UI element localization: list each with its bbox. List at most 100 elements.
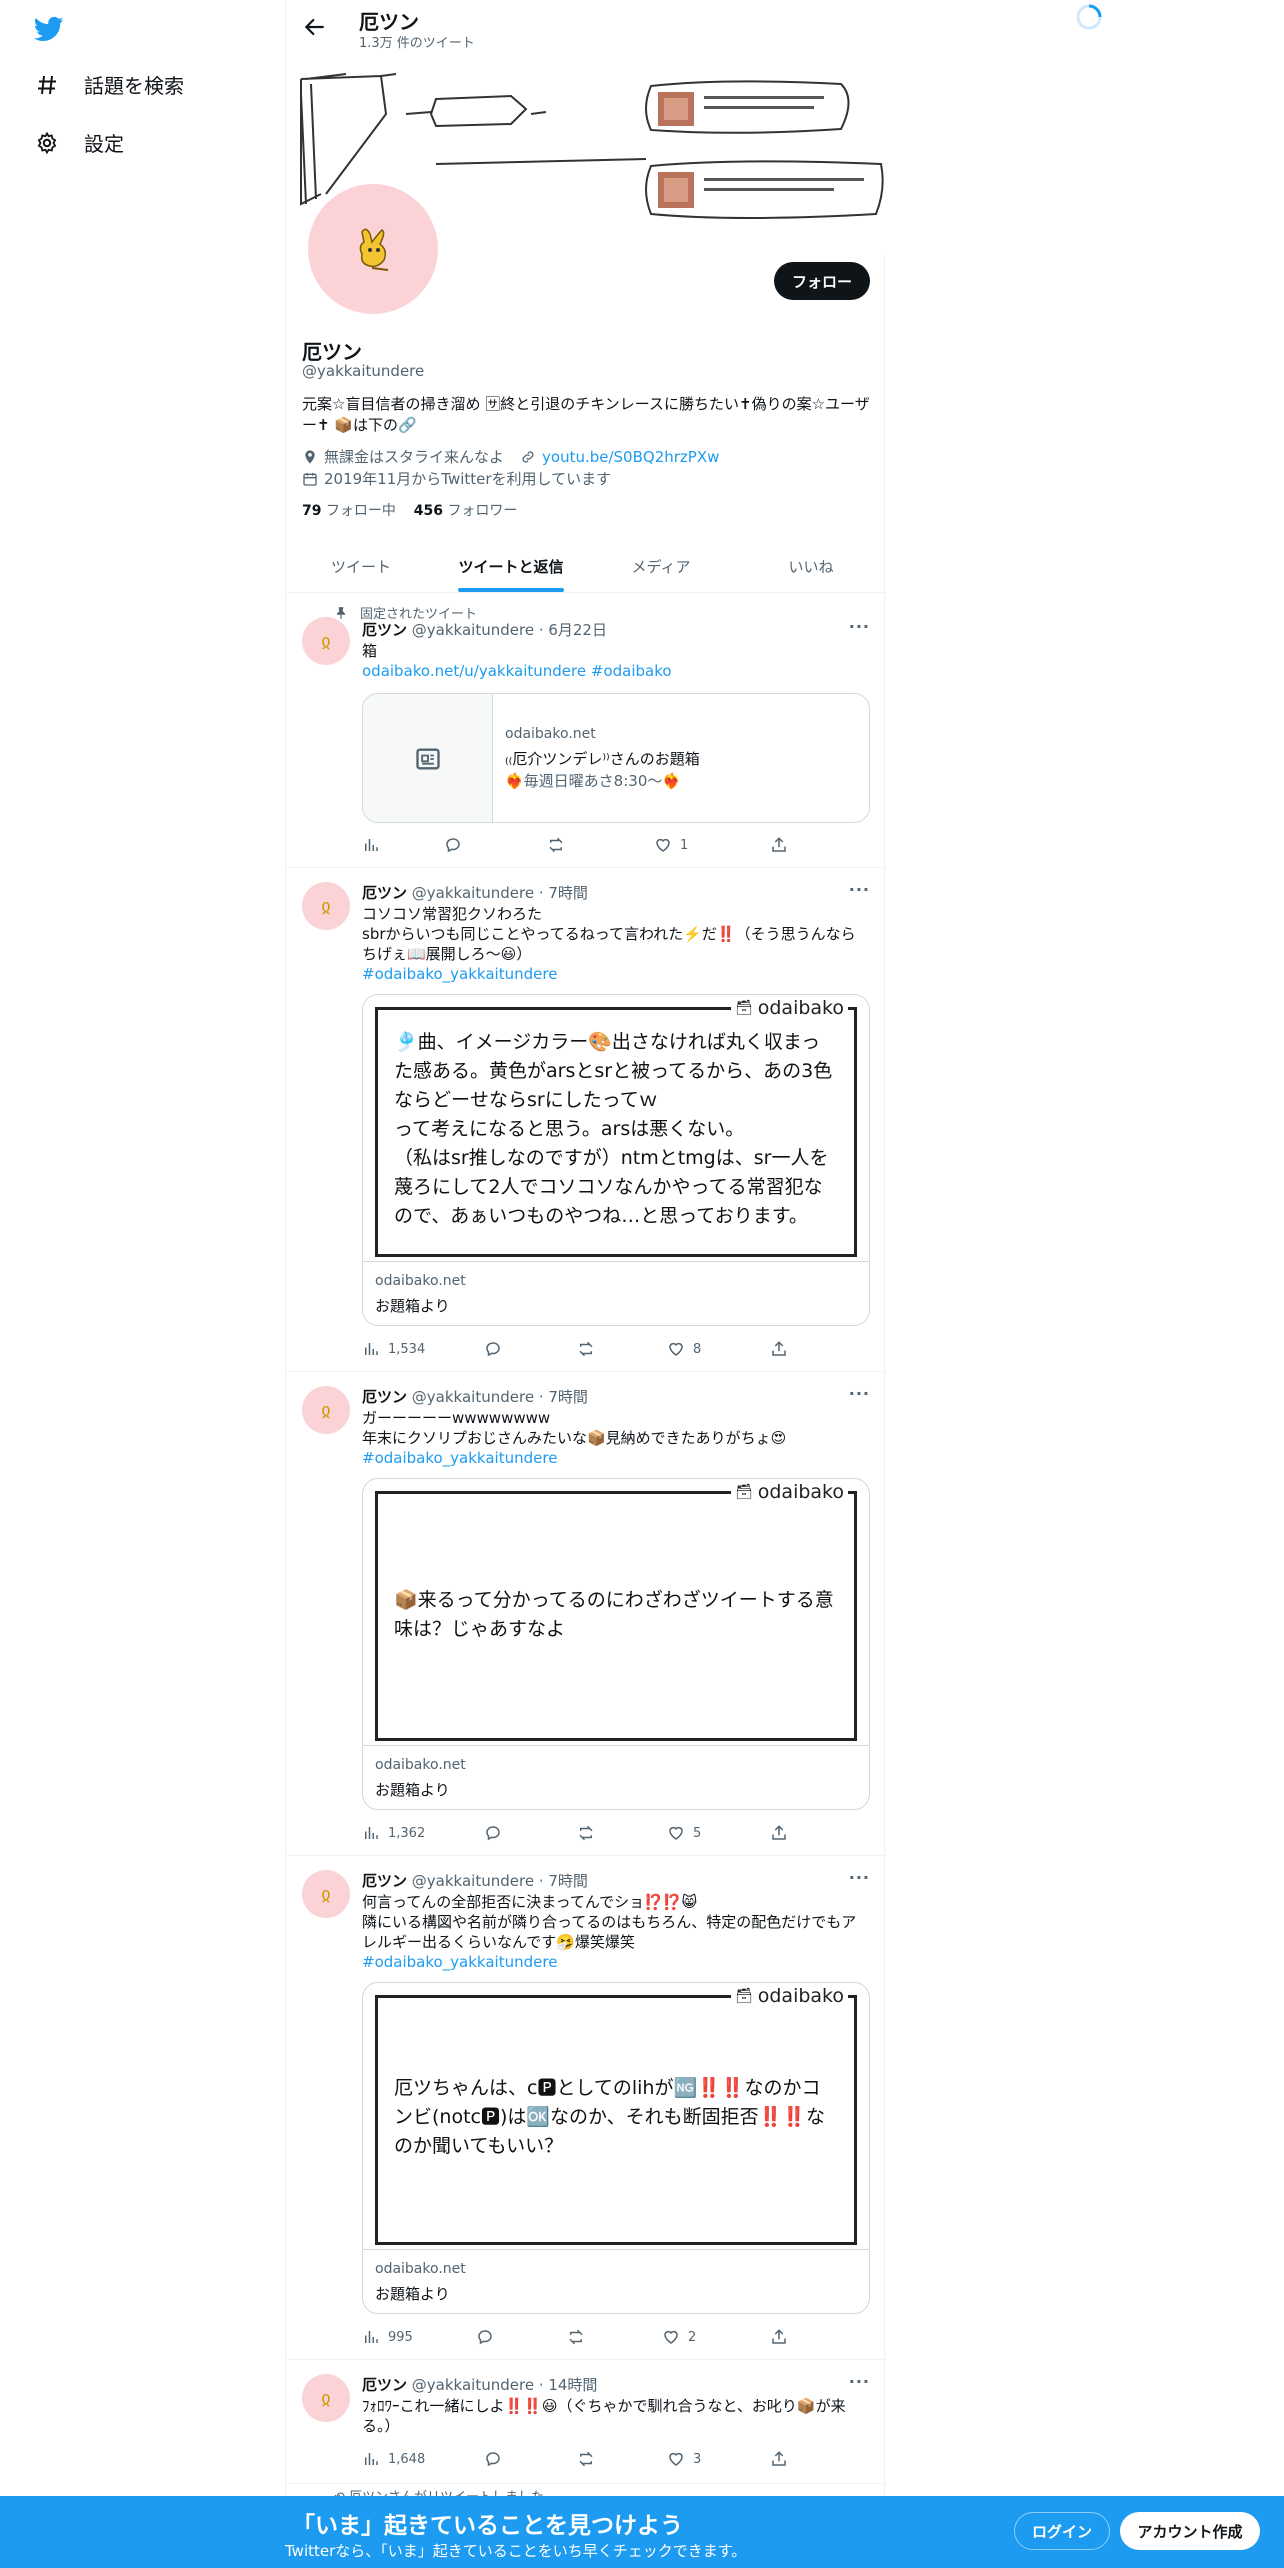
more-options-icon[interactable]: ···: [849, 880, 870, 899]
reply-button[interactable]: [476, 2328, 494, 2346]
back-arrow-icon[interactable]: [302, 14, 328, 40]
reply-icon: [486, 1826, 500, 1841]
avatar[interactable]: ჲ: [302, 1870, 350, 1918]
link-card[interactable]: odaibako.net ₍₍厄介ツンデレ⁾⁾さんのお題箱 ❤️‍🔥毎週日曜あさ…: [362, 693, 870, 823]
retweet-button[interactable]: [567, 2328, 585, 2346]
like-button[interactable]: 8: [667, 1340, 701, 1358]
views-icon: [365, 2453, 378, 2465]
share-button[interactable]: [770, 836, 788, 854]
views-button[interactable]: 1,362: [362, 1824, 425, 1842]
views-icon: [365, 1343, 378, 1355]
tweet-hashtag[interactable]: #odaibako_yakkaitundere: [362, 1448, 870, 1468]
retweet-button[interactable]: [577, 1824, 595, 1842]
followers-link[interactable]: 456 フォロワー: [414, 503, 518, 519]
card-title: お題箱より: [375, 1781, 450, 1799]
tweet-author-name[interactable]: 厄ツン: [362, 884, 407, 902]
tweet-meta[interactable]: @yakkaitundere · 14時間: [412, 2376, 598, 2394]
tweet-actions: 1,534 8: [362, 1340, 786, 1360]
following-label: フォロー中: [325, 503, 396, 519]
tweet-text: ガーーーーーwwwwwwww 年末にクソリプおじさんみたいな📦見納めできたありが…: [362, 1408, 870, 1468]
tweet[interactable]: 固定されたツイート ჲ 厄ツン @yakkaitundere · 6月22日 ·…: [286, 593, 886, 868]
follow-button[interactable]: フォロー: [774, 262, 870, 300]
tweet-meta[interactable]: @yakkaitundere · 7時間: [412, 1872, 588, 1890]
tweet-actions: 995 2: [362, 2328, 786, 2348]
tweet-header: 厄ツン @yakkaitundere · 7時間: [362, 1870, 588, 1891]
login-button[interactable]: ログイン: [1014, 2512, 1110, 2550]
profile-avatar[interactable]: [304, 180, 442, 318]
tweet-meta[interactable]: @yakkaitundere · 6月22日: [412, 621, 607, 639]
more-options-icon[interactable]: ···: [849, 1868, 870, 1887]
tweet[interactable]: ჲ 厄ツン @yakkaitundere · 7時間 ··· 何言ってんの全部拒…: [286, 1856, 886, 2360]
share-button[interactable]: [770, 1824, 788, 1842]
like-button[interactable]: 1: [654, 836, 688, 854]
nav-explore-label: 話題を検索: [84, 74, 184, 98]
signup-button[interactable]: アカウント作成: [1120, 2512, 1260, 2550]
nav-settings[interactable]: 設定: [34, 128, 124, 157]
retweet-button[interactable]: [577, 2450, 595, 2468]
reply-button[interactable]: [484, 1824, 502, 1842]
reply-button[interactable]: [484, 2450, 502, 2468]
card-divider: [363, 2249, 869, 2250]
like-button[interactable]: 2: [662, 2328, 696, 2346]
retweet-icon: [579, 1825, 593, 1841]
tweet-hashtag[interactable]: #odaibako_yakkaitundere: [362, 964, 870, 984]
share-button[interactable]: [770, 1340, 788, 1358]
following-count: 79: [302, 503, 322, 519]
more-options-icon[interactable]: ···: [849, 617, 870, 636]
reply-button[interactable]: [484, 1340, 502, 1358]
tweet-meta[interactable]: @yakkaitundere · 7時間: [412, 1388, 588, 1406]
avatar[interactable]: ჲ: [302, 2374, 350, 2422]
following-link[interactable]: 79 フォロー中: [302, 503, 396, 519]
views-button[interactable]: [362, 836, 388, 854]
heart-icon: [669, 2452, 683, 2466]
calendar-icon: [303, 472, 317, 486]
tweet[interactable]: ჲ 厄ツン @yakkaitundere · 7時間 ··· ガーーーーーwww…: [286, 1372, 886, 1856]
tab-likes[interactable]: いいね: [736, 540, 886, 592]
odaibako-card[interactable]: 🗃 odaibako 🎐曲、イメージカラー🎨出さなければ丸く収まった感ある。黄色が…: [362, 994, 870, 1326]
avatar[interactable]: ჲ: [302, 882, 350, 930]
loading-spinner-icon: [1076, 4, 1102, 30]
odaibako-logo-text: odaibako: [757, 1481, 844, 1503]
avatar[interactable]: ჲ: [302, 617, 350, 665]
tweet-author-name[interactable]: 厄ツン: [362, 1872, 407, 1890]
more-options-icon[interactable]: ···: [849, 2372, 870, 2391]
tab-media[interactable]: メディア: [586, 540, 736, 592]
tweet[interactable]: ჲ 厄ツン @yakkaitundere · 14時間 ··· ﾌｫﾛﾜｰこれ一…: [286, 2360, 886, 2484]
tweet-meta[interactable]: @yakkaitundere · 7時間: [412, 884, 588, 902]
nav-explore[interactable]: 話題を検索: [34, 70, 184, 99]
tweet-author-name[interactable]: 厄ツン: [362, 621, 407, 639]
odaibako-card[interactable]: 🗃 odaibako 厄ツちゃんは、c🅿としてのlihが🆖‼️‼️なのかコンビ(n…: [362, 1982, 870, 2314]
retweet-button[interactable]: [547, 836, 565, 854]
views-button[interactable]: 995: [362, 2328, 413, 2346]
header: 厄ツン 1.3万 件のツイート: [286, 0, 886, 54]
tab-tweets-and-replies[interactable]: ツイートと返信: [436, 540, 586, 592]
share-button[interactable]: [770, 2450, 788, 2468]
odaibako-question: 📦来るって分かってるのにわざわざツイートする意味は？じゃあすなよ: [394, 1589, 834, 1640]
views-button[interactable]: 1,648: [362, 2450, 425, 2468]
card-domain: odaibako.net: [375, 1273, 466, 1289]
twitter-logo-icon[interactable]: [32, 14, 66, 44]
tweet-hashtag[interactable]: #odaibako: [591, 662, 672, 680]
profile-link[interactable]: youtu.be/S0BQ2hrzPXw: [542, 448, 719, 466]
more-options-icon[interactable]: ···: [849, 1384, 870, 1403]
share-button[interactable]: [770, 2328, 788, 2346]
reply-button[interactable]: [444, 836, 462, 854]
odaibako-question: 厄ツちゃんは、c🅿としてのlihが🆖‼️‼️なのかコンビ(notc🅿)は🆗なのか…: [394, 2077, 825, 2157]
retweet-button[interactable]: [577, 1340, 595, 1358]
signup-banner: 「いま」起きていることを見つけよう Twitterなら、「いま」起きていることを…: [0, 2496, 1284, 2568]
page: 話題を検索 設定 厄ツン 1.3万 件のツイート フォロー 厄ツン @yakka…: [0, 0, 1284, 2568]
tweet-hashtag[interactable]: #odaibako_yakkaitundere: [362, 1952, 870, 1972]
reply-icon: [446, 838, 460, 853]
like-button[interactable]: 5: [667, 1824, 701, 1842]
tweet-author-name[interactable]: 厄ツン: [362, 2376, 407, 2394]
tab-tweets[interactable]: ツイート: [286, 540, 436, 592]
avatar[interactable]: ჲ: [302, 1386, 350, 1434]
odaibako-card[interactable]: 🗃 odaibako 📦来るって分かってるのにわざわざツイートする意味は？じゃあす…: [362, 1478, 870, 1810]
tweet-header: 厄ツン @yakkaitundere · 7時間: [362, 1386, 588, 1407]
views-button[interactable]: 1,534: [362, 1340, 425, 1358]
tweet-author-name[interactable]: 厄ツン: [362, 1388, 407, 1406]
tweet-link[interactable]: odaibako.net/u/yakkaitundere: [362, 662, 586, 680]
tweet[interactable]: ჲ 厄ツン @yakkaitundere · 7時間 ··· コソコソ常習犯クソ…: [286, 868, 886, 1372]
reply-icon: [478, 2330, 492, 2345]
like-button[interactable]: 3: [667, 2450, 701, 2468]
